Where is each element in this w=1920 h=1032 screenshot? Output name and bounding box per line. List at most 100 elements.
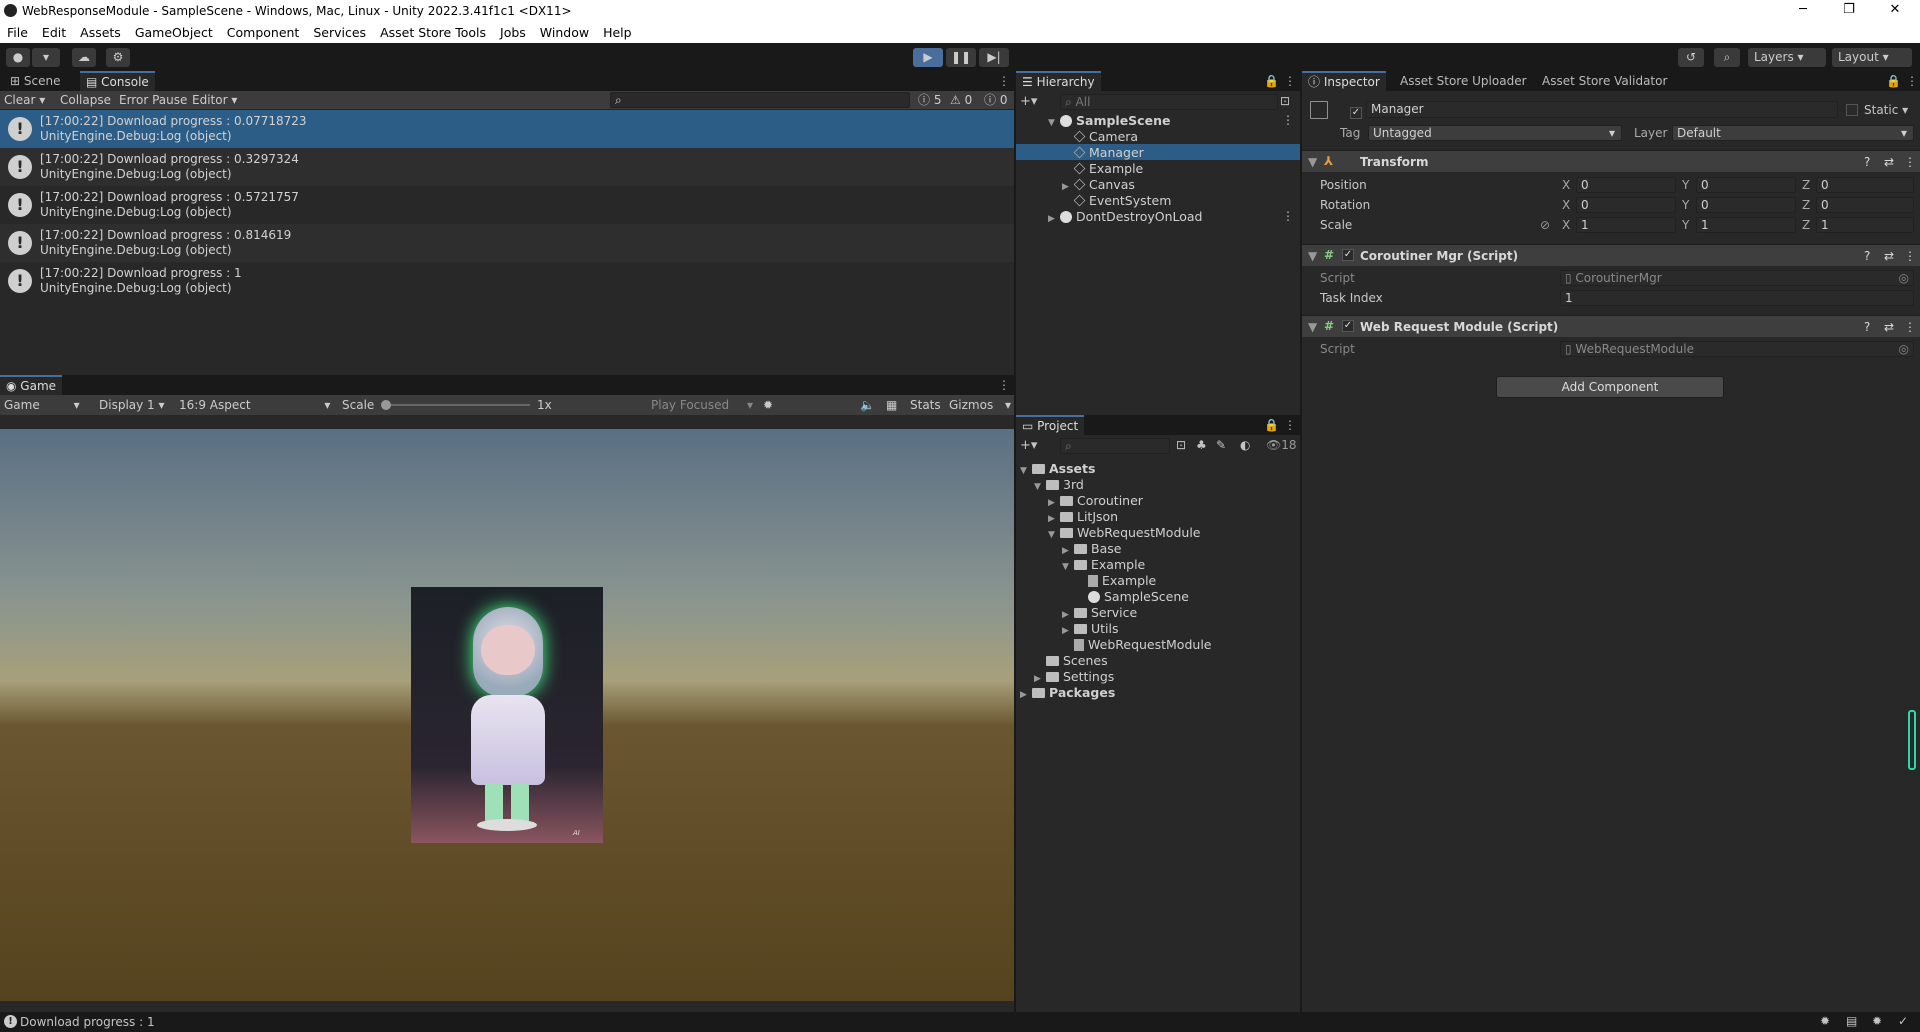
folder-utils[interactable]: ▶ Utils <box>1062 621 1119 636</box>
search-by-type-icon[interactable]: ⊡ <box>1176 438 1186 452</box>
warning-count-toggle[interactable]: ⚠ 0 <box>950 91 972 110</box>
play-button[interactable]: ▶ <box>913 48 943 67</box>
maximize-icon[interactable]: ❐ <box>1826 0 1872 22</box>
folder-coroutiner[interactable]: ▶ Coroutiner <box>1048 493 1143 508</box>
dontdestroy-root[interactable]: ▶ DontDestroyOnLoad <box>1048 209 1202 224</box>
preset-icon[interactable]: ⇄ <box>1884 249 1894 263</box>
position-x-field[interactable]: 0 <box>1576 177 1676 193</box>
hierarchy-item-canvas[interactable]: ▶ Canvas <box>1062 177 1135 192</box>
cloud-icon[interactable]: ☁ <box>72 48 96 67</box>
preset-icon[interactable]: ⇄ <box>1884 155 1894 169</box>
hierarchy-item-camera[interactable]: Camera <box>1073 129 1138 144</box>
history-icon[interactable]: ↺ <box>1678 48 1704 67</box>
object-name-field[interactable]: Manager <box>1366 101 1838 118</box>
folder-service[interactable]: ▶ Service <box>1062 605 1137 620</box>
position-y-field[interactable]: 0 <box>1696 177 1796 193</box>
tab-hierarchy[interactable]: ☰ Hierarchy <box>1016 71 1101 91</box>
console-search-input[interactable]: ⌕ <box>610 92 910 108</box>
asset-samplescene[interactable]: SampleScene <box>1088 589 1189 604</box>
asset-example-script[interactable]: Example <box>1088 573 1156 588</box>
close-icon[interactable]: ✕ <box>1872 0 1918 22</box>
stats-button[interactable]: Stats <box>910 395 941 415</box>
tab-scene[interactable]: ⊞ Scene <box>4 71 66 91</box>
tab-asset-store-uploader[interactable]: Asset Store Uploader <box>1394 71 1533 91</box>
menu-jobs[interactable]: Jobs <box>493 25 533 40</box>
tab-project[interactable]: ▭ Project <box>1016 415 1085 435</box>
log-entry[interactable]: ! [17:00:22] Download progress : 1 Unity… <box>0 262 1014 300</box>
add-component-button[interactable]: Add Component <box>1496 376 1724 398</box>
asset-webrequestmodule-script[interactable]: WebRequestModule <box>1074 637 1211 652</box>
menu-asset-store-tools[interactable]: Asset Store Tools <box>373 25 493 40</box>
services-icon[interactable]: ⚙ <box>106 48 130 67</box>
account-icon[interactable]: ● <box>6 48 30 67</box>
collab-icon[interactable]: ▾ <box>32 48 60 67</box>
hierarchy-item-manager[interactable]: Manager <box>1073 145 1144 160</box>
saved-search-icon[interactable]: ✎ <box>1216 438 1226 452</box>
progress-check-icon[interactable]: ✓ <box>1898 1014 1908 1028</box>
menu-component[interactable]: Component <box>220 25 307 40</box>
display-dropdown[interactable]: Display 1 ▾ <box>99 395 165 415</box>
menu-window[interactable]: Window <box>533 25 596 40</box>
pause-button[interactable]: ❚❚ <box>946 48 976 67</box>
log-entry[interactable]: ! [17:00:22] Download progress : 0.32973… <box>0 148 1014 186</box>
menu-edit[interactable]: Edit <box>35 25 73 40</box>
log-entry[interactable]: ! [17:00:22] Download progress : 0.57217… <box>0 186 1014 224</box>
folder-example[interactable]: ▼ Example <box>1062 557 1145 572</box>
scale-z-field[interactable]: 1 <box>1816 217 1914 233</box>
scale-slider-handle[interactable] <box>381 400 391 410</box>
coroutiner-enabled-checkbox[interactable]: ✓ <box>1342 249 1354 261</box>
hierarchy-search-input[interactable]: ⌕ All <box>1060 94 1278 110</box>
log-entry[interactable]: ! [17:00:22] Download progress : 0.07718… <box>0 110 1014 148</box>
error-pause-button[interactable]: Error Pause <box>119 91 187 110</box>
hierarchy-menu-icon[interactable]: ⋮ <box>1278 71 1302 91</box>
collapse-button[interactable]: Collapse <box>60 91 111 110</box>
keyboard-icon[interactable]: ▦ <box>886 395 897 415</box>
scrollbar-indicator[interactable] <box>1908 710 1916 770</box>
cache-icon[interactable]: ✹ <box>1872 1014 1882 1028</box>
game-mode-dropdown[interactable]: Game ▾ <box>4 395 80 415</box>
folder-litjson[interactable]: ▶ LitJson <box>1048 509 1118 524</box>
rotation-x-field[interactable]: 0 <box>1576 197 1676 213</box>
rotation-z-field[interactable]: 0 <box>1816 197 1914 213</box>
menu-help[interactable]: Help <box>596 25 639 40</box>
console-menu-icon[interactable]: ⋮ <box>992 71 1016 91</box>
hierarchy-item-example[interactable]: Example <box>1073 161 1143 176</box>
scale-y-field[interactable]: 1 <box>1696 217 1796 233</box>
preset-icon[interactable]: ⇄ <box>1884 320 1894 334</box>
inspector-menu-icon[interactable]: ⋮ <box>1900 71 1920 91</box>
status-message[interactable]: Download progress : 1 <box>20 1015 155 1029</box>
gizmos-dropdown[interactable]: Gizmos ▾ <box>949 395 1011 415</box>
layers-dropdown[interactable]: Layers ▾ <box>1748 48 1826 67</box>
scene-menu-icon[interactable]: ⋮ <box>1282 113 1294 127</box>
folder-packages[interactable]: ▶ Packages <box>1020 685 1115 700</box>
folder-assets[interactable]: ▼ Assets <box>1020 461 1095 476</box>
step-button[interactable]: ▶| <box>979 48 1009 67</box>
layout-dropdown[interactable]: Layout ▾ <box>1832 48 1912 67</box>
tab-asset-store-validator[interactable]: Asset Store Validator <box>1536 71 1673 91</box>
webrequest-header[interactable]: ▼ # ✓ Web Request Module (Script) ? ⇄ ⋮ <box>1302 315 1920 337</box>
static-toggle[interactable]: Static ▾ <box>1846 103 1908 117</box>
folder-3rd[interactable]: ▼ 3rd <box>1034 477 1084 492</box>
webrequest-enabled-checkbox[interactable]: ✓ <box>1342 320 1354 332</box>
mute-audio-icon[interactable]: 🔈 <box>860 395 875 415</box>
help-icon[interactable]: ? <box>1864 155 1870 169</box>
component-menu-icon[interactable]: ⋮ <box>1904 155 1916 169</box>
tab-inspector[interactable]: ⓘ Inspector <box>1302 71 1386 91</box>
aspect-dropdown[interactable]: 16:9 Aspect ▾ <box>179 395 330 415</box>
play-focused-dropdown[interactable]: Play Focused ▾ <box>651 395 753 415</box>
game-menu-icon[interactable]: ⋮ <box>992 375 1016 395</box>
editor-dropdown[interactable]: Editor ▾ <box>192 91 237 110</box>
help-icon[interactable]: ? <box>1864 249 1870 263</box>
debug-icon[interactable]: ✹ <box>1820 1014 1830 1028</box>
search-options-icon[interactable]: ⊡ <box>1280 94 1290 108</box>
tab-game[interactable]: ◉ Game <box>0 375 63 395</box>
bug-icon[interactable]: ✹ <box>763 395 773 415</box>
task-index-field[interactable]: 1 <box>1560 290 1914 306</box>
component-menu-icon[interactable]: ⋮ <box>1904 249 1916 263</box>
minimize-icon[interactable]: ─ <box>1780 0 1826 22</box>
search-icon[interactable]: ⌕ <box>1714 48 1740 67</box>
project-menu-icon[interactable]: ⋮ <box>1278 415 1302 435</box>
clear-button[interactable]: Clear ▾ <box>4 91 45 110</box>
help-icon[interactable]: ? <box>1864 320 1870 334</box>
folder-settings[interactable]: ▶ Settings <box>1034 669 1114 684</box>
